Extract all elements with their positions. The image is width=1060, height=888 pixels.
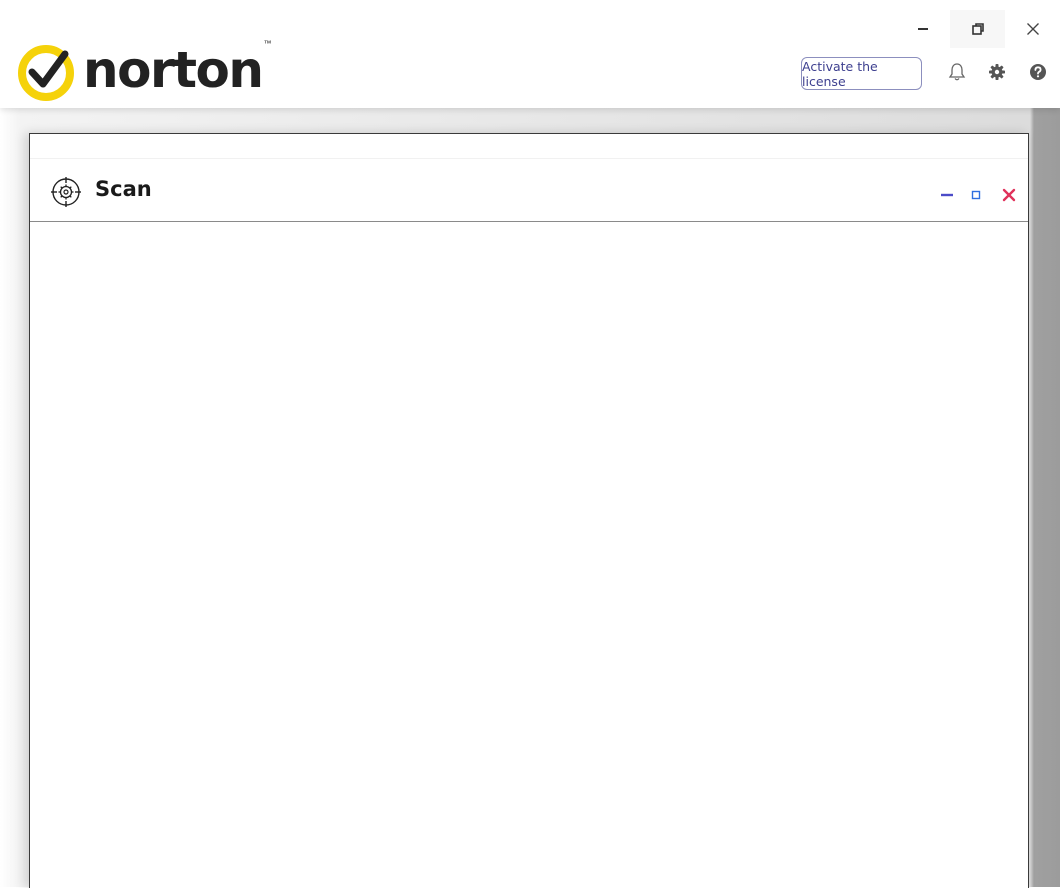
settings-button[interactable] (987, 61, 1007, 83)
norton-logo: norton ™ (17, 39, 271, 103)
scan-target-icon (51, 177, 81, 207)
dialog-top-strip (30, 134, 1028, 159)
app-header: norton ™ Activate the license (0, 0, 1060, 108)
minimize-icon (941, 193, 953, 197)
help-icon (1030, 64, 1046, 80)
window-restore-button[interactable] (950, 10, 1005, 48)
trademark-symbol: ™ (263, 38, 272, 48)
bell-icon (948, 63, 966, 81)
window-close-button[interactable] (1005, 10, 1060, 48)
window-controls (895, 10, 1060, 48)
gear-icon (989, 64, 1005, 80)
dialog-titlebar: Scan (30, 159, 1028, 222)
close-icon (1026, 23, 1039, 35)
activate-license-button[interactable]: Activate the license (801, 57, 922, 90)
minimize-icon (917, 28, 928, 30)
dialog-minimize-button[interactable] (938, 186, 956, 204)
dialog-title: Scan (95, 177, 152, 201)
norton-check-logo-icon (18, 45, 74, 101)
close-icon (1002, 188, 1016, 202)
dialog-content-area (30, 222, 1028, 888)
window-minimize-button[interactable] (895, 10, 950, 48)
dialog-close-button[interactable] (1000, 186, 1018, 204)
maximize-icon (971, 190, 981, 200)
dialog-maximize-button[interactable] (967, 186, 985, 204)
scan-dialog: Scan (29, 133, 1029, 888)
help-button[interactable] (1028, 61, 1048, 83)
brand-name: norton (83, 41, 264, 99)
restore-icon (971, 23, 984, 35)
notifications-button[interactable] (947, 61, 967, 83)
